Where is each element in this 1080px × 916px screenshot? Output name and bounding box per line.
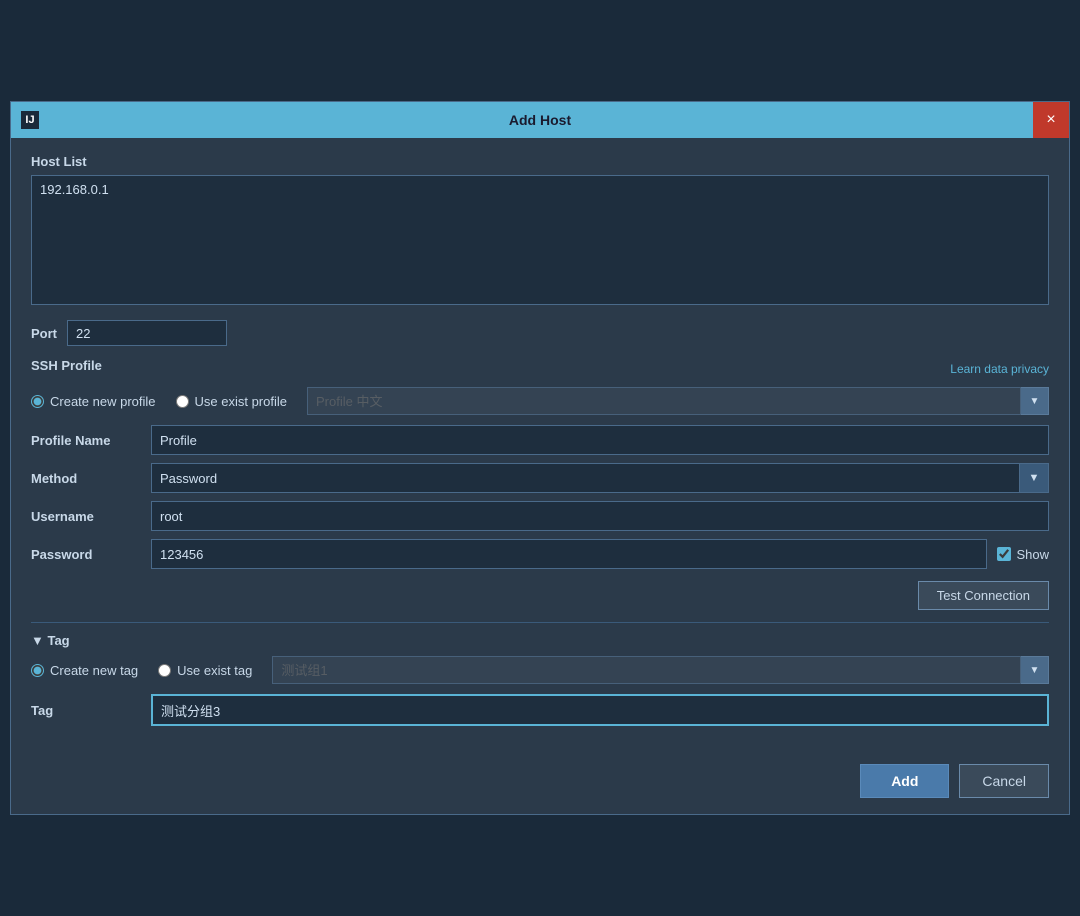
ssh-profile-label: SSH Profile [31,358,102,373]
use-exist-profile-label: Use exist profile [195,394,287,409]
create-new-profile-radio[interactable]: Create new profile [31,394,156,409]
port-row: Port [31,320,1049,346]
tag-header: ▼ Tag [31,633,1049,648]
tag-section: ▼ Tag Create new tag Use exist tag ▼ T [31,622,1049,726]
port-label: Port [31,326,57,341]
add-button[interactable]: Add [860,764,949,798]
tag-input-row: Tag [31,694,1049,726]
method-select[interactable] [151,463,1019,493]
method-label: Method [31,471,151,486]
tag-label: Tag [31,703,151,718]
create-new-profile-label: Create new profile [50,394,156,409]
close-button[interactable]: × [1033,102,1069,138]
cancel-button[interactable]: Cancel [959,764,1049,798]
method-dropdown-btn[interactable]: ▼ [1019,463,1049,493]
host-list-label: Host List [31,154,1049,169]
profile-dropdown-arrow-btn[interactable]: ▼ [1021,387,1049,415]
profile-name-input[interactable] [151,425,1049,455]
test-connection-button[interactable]: Test Connection [918,581,1049,610]
username-label: Username [31,509,151,524]
port-input[interactable] [67,320,227,346]
dialog-title: Add Host [509,112,571,128]
dialog-footer: Add Cancel [11,750,1069,814]
learn-privacy-link[interactable]: Learn data privacy [950,362,1049,376]
profile-radio-row: Create new profile Use exist profile ▼ [31,387,1049,415]
use-exist-profile-radio-input[interactable] [176,395,189,408]
show-password-label: Show [1016,547,1049,562]
create-new-tag-radio-input[interactable] [31,664,44,677]
create-new-tag-label: Create new tag [50,663,138,678]
tag-exist-dropdown-wrapper: ▼ [272,656,1049,684]
dialog-body: Host List 192.168.0.1 Port SSH Profile L… [11,138,1069,750]
ssh-profile-header: SSH Profile Learn data privacy [31,358,1049,379]
password-input[interactable] [151,539,987,569]
profile-name-row: Profile Name [31,425,1049,455]
app-logo: IJ [19,109,41,131]
use-exist-tag-radio[interactable]: Use exist tag [158,663,252,678]
create-new-profile-radio-input[interactable] [31,395,44,408]
profile-dropdown-wrapper: ▼ [307,387,1049,415]
username-row: Username [31,501,1049,531]
tag-exist-dropdown-input[interactable] [272,656,1021,684]
add-host-dialog: IJ Add Host × Host List 192.168.0.1 Port… [10,101,1070,815]
title-bar: IJ Add Host × [11,102,1069,138]
tag-radio-row: Create new tag Use exist tag ▼ [31,656,1049,684]
profile-name-label: Profile Name [31,433,151,448]
use-exist-tag-radio-input[interactable] [158,664,171,677]
use-exist-profile-radio[interactable]: Use exist profile [176,394,287,409]
show-password-checkbox[interactable] [997,547,1011,561]
test-connection-row: Test Connection [31,581,1049,610]
profile-dropdown-input[interactable] [307,387,1021,415]
tag-input[interactable] [151,694,1049,726]
password-label: Password [31,547,151,562]
show-password-wrapper: Show [997,547,1049,562]
method-row: Method ▼ [31,463,1049,493]
use-exist-tag-label: Use exist tag [177,663,252,678]
tag-dropdown-arrow-btn[interactable]: ▼ [1021,656,1049,684]
host-list-textarea[interactable]: 192.168.0.1 [31,175,1049,305]
username-input[interactable] [151,501,1049,531]
password-row: Password Show [31,539,1049,569]
method-select-wrapper: ▼ [151,463,1049,493]
create-new-tag-radio[interactable]: Create new tag [31,663,138,678]
password-input-wrapper [151,539,987,569]
